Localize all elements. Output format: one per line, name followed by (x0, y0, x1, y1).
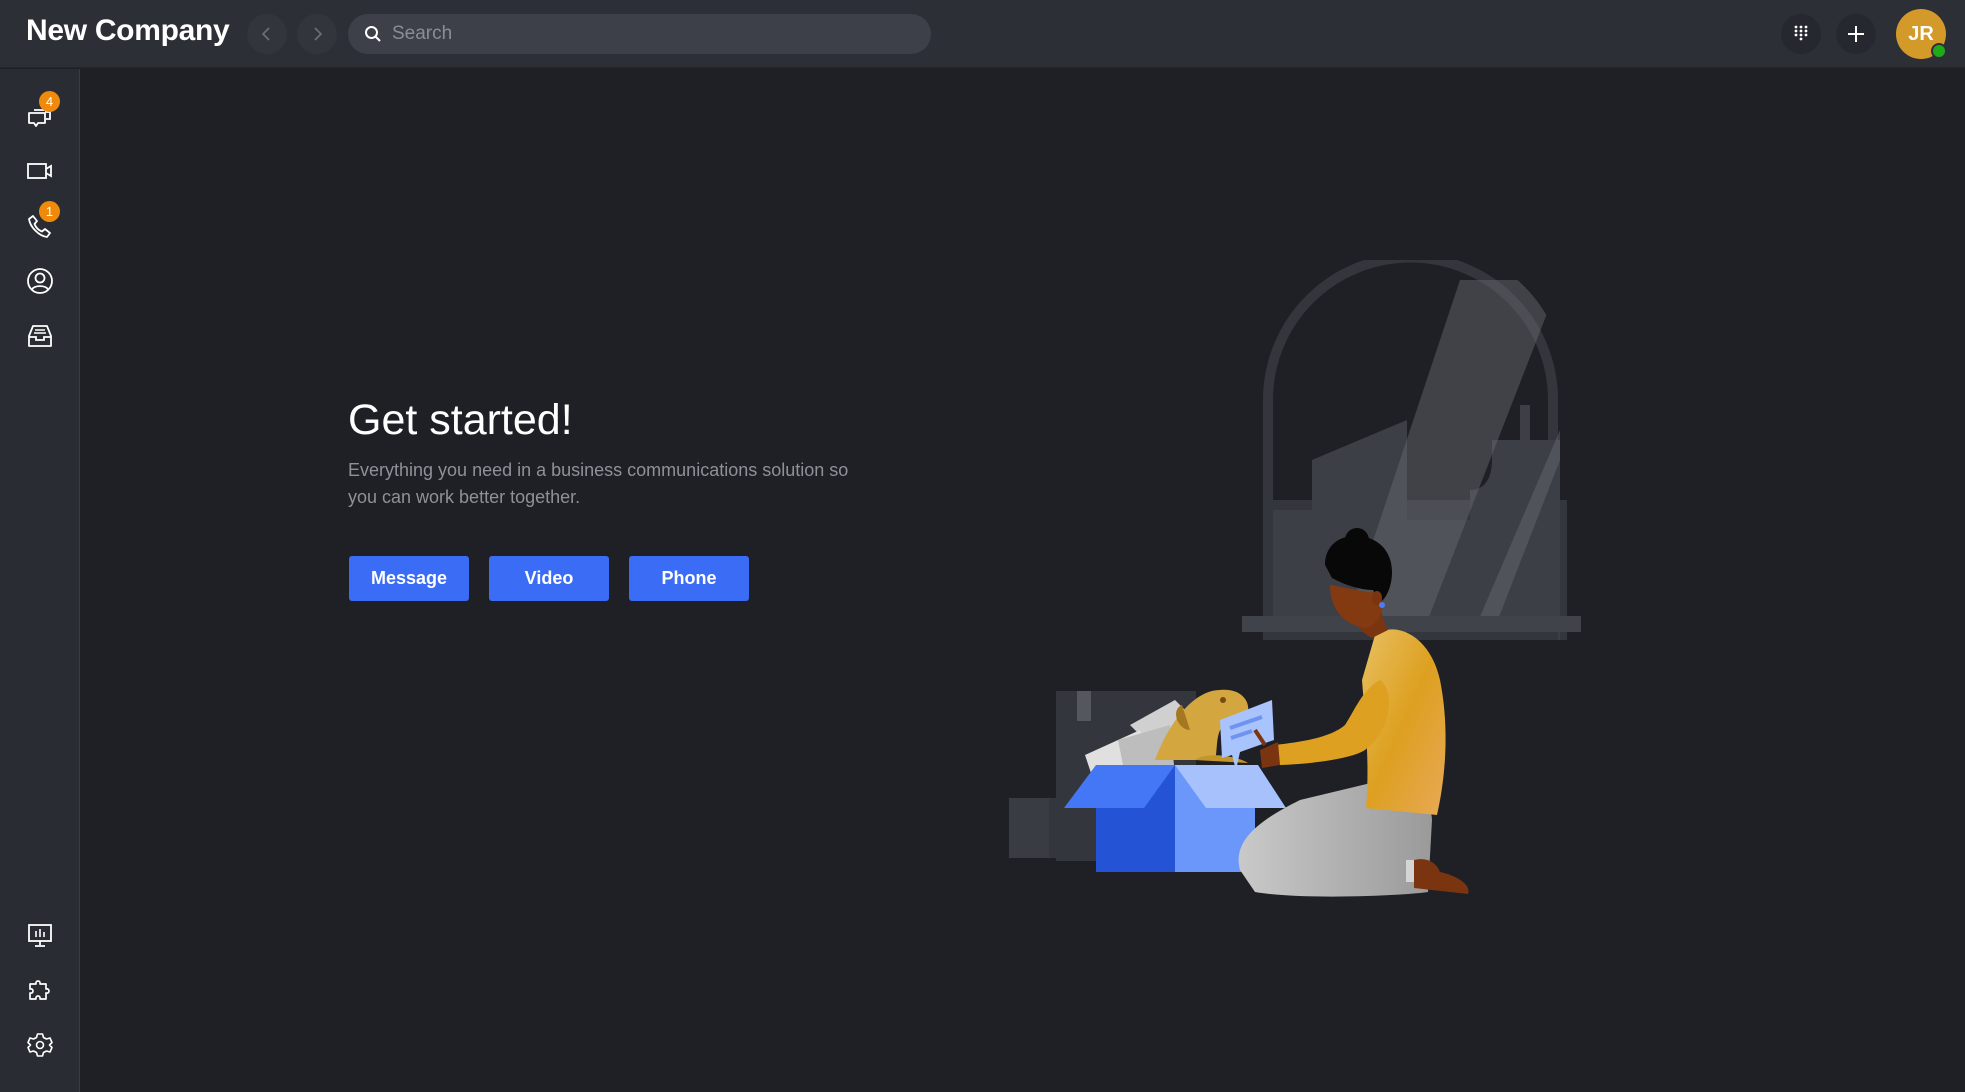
company-name[interactable]: New Company (26, 14, 230, 48)
sidebar-item-integrations[interactable] (20, 970, 60, 1010)
monitor-chart-icon (28, 924, 52, 947)
page-title: Get started! (348, 396, 573, 444)
search-bar[interactable] (348, 14, 931, 54)
window (1242, 260, 1581, 640)
sidebar: 4 1 (0, 69, 80, 1092)
sidebar-item-video[interactable] (20, 151, 60, 191)
phone-button[interactable]: Phone (629, 556, 749, 601)
sidebar-item-settings[interactable] (20, 1025, 60, 1065)
plus-icon (1848, 26, 1864, 42)
dialpad-icon (1794, 25, 1808, 41)
chevron-right-icon (314, 27, 323, 41)
gear-icon (27, 1033, 53, 1057)
phone-badge: 1 (39, 201, 60, 222)
forward-button[interactable] (297, 14, 337, 54)
welcome-illustration (1009, 260, 1581, 897)
sidebar-item-contacts[interactable] (20, 261, 60, 301)
chevron-left-icon (261, 27, 270, 41)
dialpad-button[interactable] (1781, 14, 1821, 54)
page-subtitle: Everything you need in a business commun… (348, 460, 849, 507)
sidebar-item-messages[interactable]: 4 (20, 91, 60, 136)
presence-indicator (1931, 43, 1947, 59)
video-button[interactable]: Video (489, 556, 609, 601)
back-button[interactable] (247, 14, 287, 54)
search-input[interactable] (392, 23, 892, 45)
puzzle-icon (29, 980, 50, 1000)
sidebar-item-analytics[interactable] (20, 915, 60, 955)
top-header: New Company JR (0, 0, 1965, 68)
video-camera-icon (27, 163, 52, 179)
message-button[interactable]: Message (349, 556, 469, 601)
new-button[interactable] (1836, 14, 1876, 54)
sidebar-item-inbox[interactable] (20, 316, 60, 356)
messages-badge: 4 (39, 91, 60, 112)
search-icon (365, 26, 381, 42)
sidebar-item-phone[interactable]: 1 (20, 201, 60, 246)
inbox-tray-icon (28, 325, 52, 347)
user-circle-icon (27, 268, 53, 294)
